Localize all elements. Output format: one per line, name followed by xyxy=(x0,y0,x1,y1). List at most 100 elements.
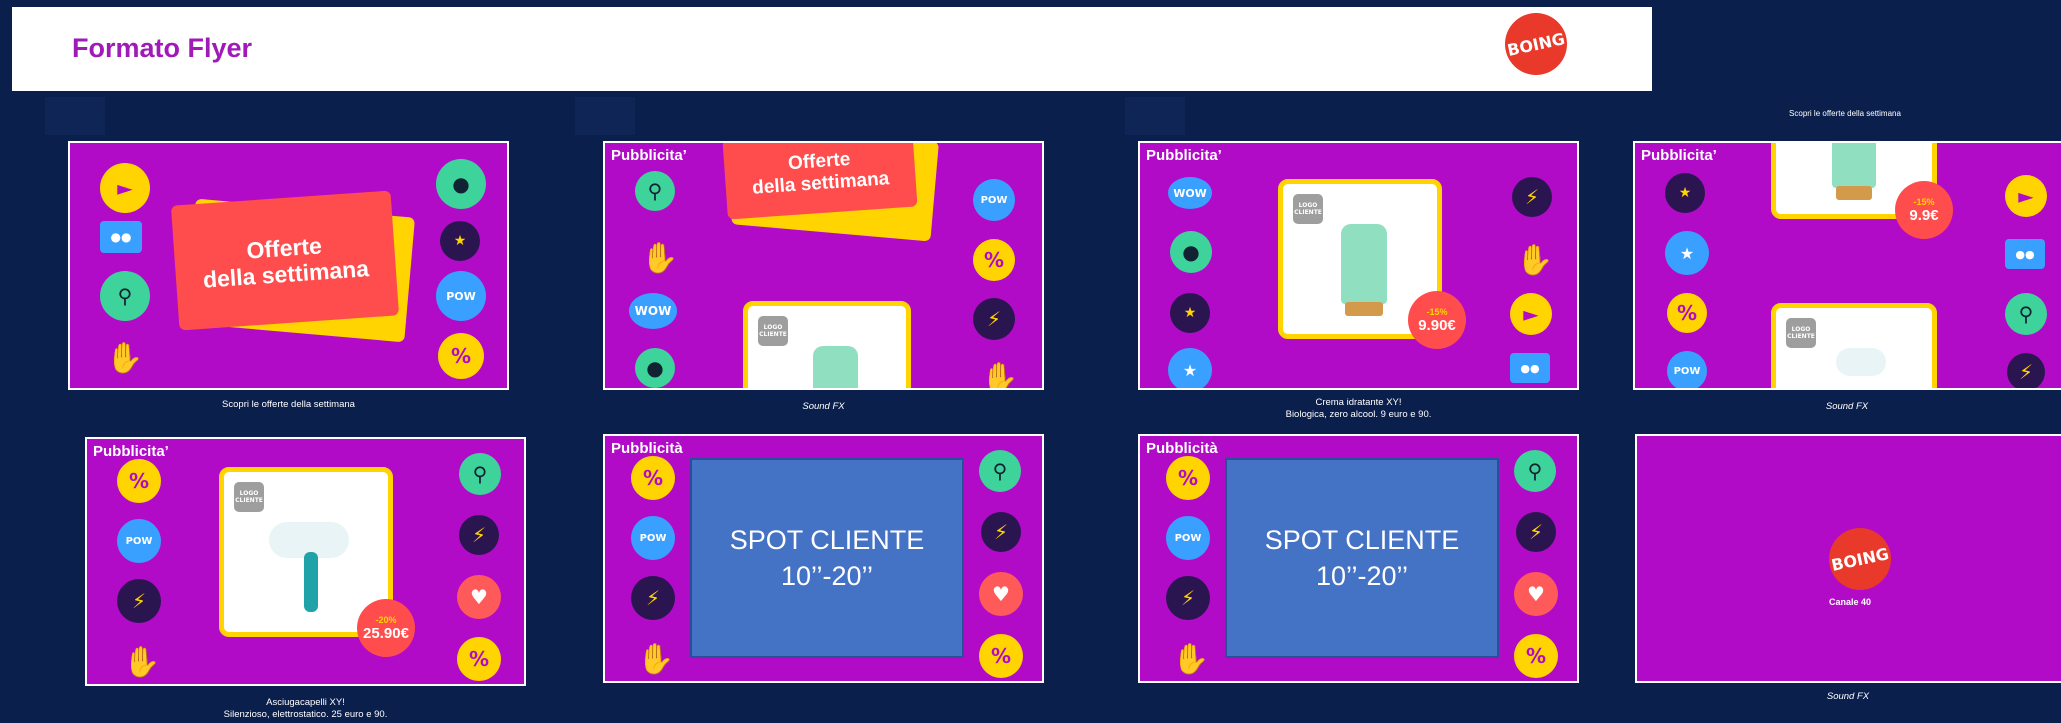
product-card: LOGO CLIENTE xyxy=(743,301,911,388)
slide-caption: Asciugacapelli XY! Silenzioso, elettrost… xyxy=(223,697,388,720)
wow-sticker: WOW xyxy=(629,293,677,329)
bolt-icon: ⚡ xyxy=(2007,353,2045,388)
stars-sticker: ★ xyxy=(1168,348,1212,388)
bolt-icon: ⚡ xyxy=(973,298,1015,340)
offer-title: Offerte della settimana xyxy=(722,143,918,220)
logo-cliente-badge: LOGO CLIENTE xyxy=(1786,318,1816,348)
megaphone-sticker: ► xyxy=(100,163,150,213)
slide-spot-cliente[interactable]: Pubblicità % POW ⚡ ✋ SPOT CLIENTE 10’’-2… xyxy=(1138,434,1579,683)
offer-banner: Offerte della settimana xyxy=(715,143,945,253)
slide-spot-cliente[interactable]: Pubblicità % POW ⚡ ✋ SPOT CLIENTE 10’’-2… xyxy=(603,434,1044,683)
pubblicita-label: Pubblicita’ xyxy=(93,443,169,460)
boing-logo: BOING xyxy=(1829,528,1891,590)
percent-sticker: % xyxy=(1667,293,1707,333)
cassette-sticker: ●● xyxy=(100,221,142,253)
pubblicita-label: Pubblicità xyxy=(611,440,683,457)
pow-sticker: POW xyxy=(117,519,161,563)
megaphone-sticker: ► xyxy=(2005,175,2047,217)
logo-cliente-badge: LOGO CLIENTE xyxy=(758,316,788,346)
offer-banner: Offerte della settimana xyxy=(165,188,416,348)
search-icon: ⚲ xyxy=(1514,450,1556,492)
price-badge: -15% 9.90€ xyxy=(1408,291,1466,349)
confetti-sticker: ★ xyxy=(1170,293,1210,333)
slide-caption: Crema idratante XY! Biologica, zero alco… xyxy=(1285,397,1432,420)
pubblicita-label: Pubblicita’ xyxy=(1641,147,1717,164)
price-badge: -20% 25.90€ xyxy=(357,599,415,657)
bolt-icon: ⚡ xyxy=(1512,177,1552,217)
bolt-icon: ⚡ xyxy=(459,515,499,555)
pow-sticker: POW xyxy=(631,516,675,560)
logo-cliente-badge: LOGO CLIENTE xyxy=(234,482,264,512)
slide-offerte-product[interactable]: Pubblicita’ ⚲ ✋ WOW ● Offerte della setti… xyxy=(603,141,1044,390)
section-marker xyxy=(1125,97,1185,135)
heart-icon: ♥ xyxy=(1514,572,1558,616)
header-bar: Formato Flyer BOING xyxy=(12,7,1652,91)
pubblicita-label: Pubblicità xyxy=(1146,440,1218,457)
bolt-icon: ⚡ xyxy=(631,576,675,620)
hand-icon: ✋ xyxy=(123,644,161,680)
slide-caption: Scopri le offerte della settimana xyxy=(222,399,355,410)
search-icon: ⚲ xyxy=(100,271,150,321)
cassette-sticker: ●● xyxy=(2005,239,2045,269)
bolt-icon: ⚡ xyxy=(117,579,161,623)
logo-cliente-badge: LOGO CLIENTE xyxy=(1293,194,1323,224)
page-title: Formato Flyer xyxy=(72,33,253,63)
search-icon: ⚲ xyxy=(2005,293,2047,335)
percent-sticker: % xyxy=(979,634,1023,678)
wow-sticker: WOW xyxy=(1168,177,1212,209)
slide-caption: Sound FX xyxy=(1826,691,1870,702)
stars-sticker: ★ xyxy=(1665,231,1709,275)
hand-icon: ✋ xyxy=(641,240,679,276)
slide-product-hairdryer[interactable]: Pubblicita’ ★ ★ % POW -15% 9.9€ LOGO CLI… xyxy=(1633,141,2061,390)
offer-title: Offerte della settimana xyxy=(170,190,400,331)
cassette-sticker: ●● xyxy=(1510,353,1550,383)
slide-caption: Sound FX xyxy=(1825,401,1869,412)
piggy-sticker: ● xyxy=(635,348,675,388)
section-marker xyxy=(45,97,105,135)
search-icon: ⚲ xyxy=(979,450,1021,492)
hand-icon: ✋ xyxy=(106,340,144,376)
pow-sticker: POW xyxy=(436,271,486,321)
heart-icon: ♥ xyxy=(979,572,1023,616)
percent-sticker: % xyxy=(1166,456,1210,500)
spot-cliente-placeholder: SPOT CLIENTE 10’’-20’’ xyxy=(690,458,964,658)
confetti-sticker: ★ xyxy=(1665,173,1705,213)
slide-boing-canale[interactable]: BOING Canale 40 xyxy=(1635,434,2061,683)
bolt-icon: ⚡ xyxy=(981,512,1021,552)
hand-icon: ✋ xyxy=(1516,242,1554,278)
boing-logo: BOING xyxy=(1505,13,1567,75)
percent-sticker: % xyxy=(117,459,161,503)
slide-top-text: Scopri le offerte della settimana xyxy=(1789,109,1901,118)
pow-sticker: POW xyxy=(1166,516,1210,560)
heart-icon: ♥ xyxy=(457,575,501,619)
percent-sticker: % xyxy=(1514,634,1558,678)
hand-icon: ✋ xyxy=(981,360,1019,390)
slide-caption: Sound FX xyxy=(802,401,845,412)
spot-cliente-placeholder: SPOT CLIENTE 10’’-20’’ xyxy=(1225,458,1499,658)
pow-sticker: POW xyxy=(1667,351,1707,388)
slide-offerte[interactable]: ► ●● ⚲ ✋ ● ★ POW % Offerte della settiman… xyxy=(68,141,509,390)
megaphone-sticker: ► xyxy=(1510,293,1552,335)
hand-icon: ✋ xyxy=(1172,641,1210,677)
pow-sticker: POW xyxy=(973,179,1015,221)
piggy-sticker: ● xyxy=(1170,231,1212,273)
slide-crema[interactable]: Pubblicita’ WOW ● ★ ★ LOGO CLIENTE -15% … xyxy=(1138,141,1579,390)
search-icon: ⚲ xyxy=(459,453,501,495)
channel-label: Canale 40 xyxy=(1828,597,1872,607)
pubblicita-label: Pubblicita’ xyxy=(611,147,687,164)
pubblicita-label: Pubblicita’ xyxy=(1146,147,1222,164)
percent-sticker: % xyxy=(631,456,675,500)
piggy-sticker: ● xyxy=(436,159,486,209)
slide-asciugacapelli[interactable]: Pubblicita’ % POW ⚡ ✋ LOGO CLIENTE -20% … xyxy=(85,437,526,686)
bolt-icon: ⚡ xyxy=(1166,576,1210,620)
percent-sticker: % xyxy=(438,333,484,379)
percent-sticker: % xyxy=(973,239,1015,281)
price-badge: -15% 9.9€ xyxy=(1895,181,1953,239)
product-card: LOGO CLIENTE xyxy=(1771,303,1937,388)
confetti-sticker: ★ xyxy=(440,221,480,261)
section-marker xyxy=(575,97,635,135)
hand-icon: ✋ xyxy=(637,641,675,677)
search-icon: ⚲ xyxy=(635,171,675,211)
bolt-icon: ⚡ xyxy=(1516,512,1556,552)
percent-sticker: % xyxy=(457,637,501,681)
